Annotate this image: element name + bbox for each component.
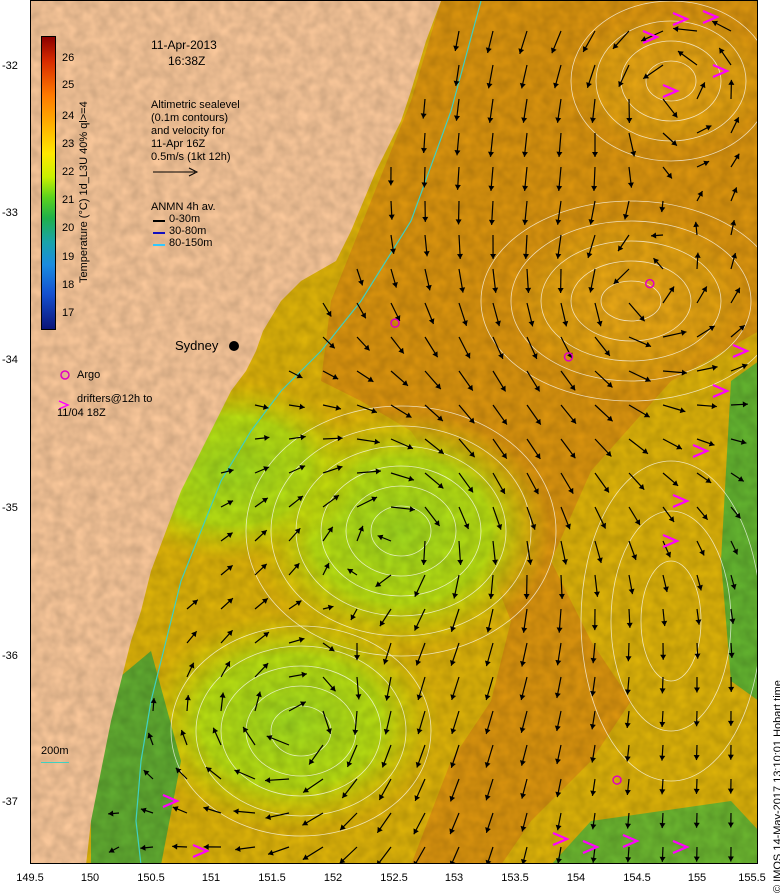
colorbar-tick: 21 bbox=[62, 194, 74, 206]
altimetry-note-line: 11-Apr 16Z bbox=[151, 138, 205, 151]
isobath-key-icon bbox=[41, 762, 69, 763]
anmn-key-0-30m-icon bbox=[153, 220, 165, 222]
colorbar-tick: 22 bbox=[62, 166, 74, 178]
lon-tick-label: 154 bbox=[567, 872, 585, 884]
colorbar-title: Temperature (°C) 1d_L3U 40% ql>=4 bbox=[78, 101, 90, 283]
sst-map bbox=[31, 1, 758, 864]
lon-tick-label: 149.5 bbox=[16, 872, 44, 884]
lat-tick-label: -34 bbox=[2, 354, 18, 366]
colorbar-tick: 25 bbox=[62, 79, 74, 91]
lat-tick-label: -32 bbox=[2, 60, 18, 72]
map-time: 16:38Z bbox=[168, 55, 205, 68]
colorbar-tick: 23 bbox=[62, 138, 74, 150]
scale-arrow-icon bbox=[151, 167, 201, 177]
colorbar-tick: 20 bbox=[62, 222, 74, 234]
altimetry-note-line: 0.5m/s (1kt 12h) bbox=[151, 151, 230, 164]
lon-tick-label: 150 bbox=[81, 872, 99, 884]
anmn-key-30-80m-icon bbox=[153, 232, 165, 234]
lon-tick-label: 151.5 bbox=[258, 872, 286, 884]
colorbar-tick: 18 bbox=[62, 279, 74, 291]
lon-tick-label: 150.5 bbox=[137, 872, 165, 884]
temperature-colorbar bbox=[41, 36, 56, 330]
altimetry-note-line: and velocity for bbox=[151, 125, 225, 138]
lon-tick-label: 152.5 bbox=[380, 872, 408, 884]
drifter-legend-label: drifters@12h to bbox=[77, 393, 152, 406]
anmn-key-80-150m-icon bbox=[153, 244, 165, 246]
colorbar-tick: 17 bbox=[62, 307, 74, 319]
city-label-sydney: Sydney bbox=[175, 339, 218, 352]
map-date: 11-Apr-2013 bbox=[151, 39, 217, 52]
argo-legend-icon bbox=[59, 369, 71, 381]
argo-legend-label: Argo bbox=[77, 369, 100, 382]
imos-timestamp: © IMOS 14-May-2017 13:10:01 Hobart time bbox=[772, 680, 780, 893]
lat-tick-label: -35 bbox=[2, 502, 18, 514]
lat-tick-label: -37 bbox=[2, 796, 18, 808]
altimetry-note-line: Altimetric sealevel bbox=[151, 99, 240, 112]
map-area[interactable]: 11-Apr-2013 16:38Z Altimetric sealevel (… bbox=[30, 0, 758, 864]
colorbar-tick: 26 bbox=[62, 52, 74, 64]
lon-tick-label: 155.5 bbox=[738, 872, 766, 884]
lon-tick-label: 154.5 bbox=[623, 872, 651, 884]
lon-tick-label: 153.5 bbox=[501, 872, 529, 884]
drifter-legend-label-2: 11/04 18Z bbox=[57, 407, 106, 420]
lat-tick-label: -33 bbox=[2, 207, 18, 219]
isobath-label: 200m bbox=[41, 745, 69, 758]
speckle-texture bbox=[31, 1, 758, 864]
anmn-legend-item: 80-150m bbox=[169, 237, 212, 250]
lon-tick-label: 151 bbox=[202, 872, 220, 884]
lon-tick-label: 152 bbox=[324, 872, 342, 884]
lon-tick-label: 155 bbox=[688, 872, 706, 884]
colorbar-tick: 24 bbox=[62, 110, 74, 122]
altimetry-note-line: (0.1m contours) bbox=[151, 112, 228, 125]
lat-tick-label: -36 bbox=[2, 650, 18, 662]
lon-tick-label: 153 bbox=[445, 872, 463, 884]
colorbar-tick: 19 bbox=[62, 251, 74, 263]
sydney-marker-icon bbox=[227, 339, 241, 353]
